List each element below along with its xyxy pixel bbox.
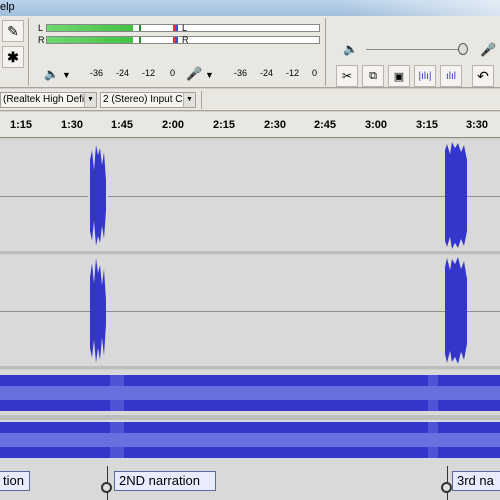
device-toolbar: (Realtek High Defi ▼ 2 (Stereo) Input C … xyxy=(0,89,500,111)
trim-icon[interactable]: ✂ xyxy=(336,65,358,87)
audio-clip[interactable] xyxy=(443,140,469,251)
pencil-icon[interactable]: ✎ xyxy=(2,20,24,42)
music-track[interactable] xyxy=(0,370,500,466)
narration-label-1[interactable]: tion xyxy=(0,471,30,491)
timeline-ruler[interactable]: 1:15 1:30 1:45 2:00 2:15 2:30 2:45 3:00 … xyxy=(0,112,500,138)
toolbar-separator xyxy=(325,18,326,86)
rec-meter-right-label: R xyxy=(182,35,189,45)
output-device-select[interactable]: (Realtek High Defi ▼ xyxy=(0,92,97,108)
ruler-label: 3:30 xyxy=(465,119,489,131)
ruler-label: 1:30 xyxy=(60,119,84,131)
narration-track-left[interactable] xyxy=(0,140,500,254)
multi-tool-icon[interactable]: ✱ xyxy=(2,46,24,68)
menu-help[interactable]: elp xyxy=(0,1,15,13)
copy-icon[interactable]: ⧉ xyxy=(362,65,384,87)
input-channels-select[interactable]: 2 (Stereo) Input C ▼ xyxy=(100,92,196,108)
ruler-label: 2:45 xyxy=(313,119,337,131)
volume-speaker-icon: 🔈 xyxy=(343,42,358,56)
label-handle[interactable] xyxy=(441,482,452,493)
title-bar: elp xyxy=(0,0,500,16)
speaker-icon[interactable]: 🔈 xyxy=(44,67,59,81)
rec-meter-dropdown-icon[interactable]: ▼ xyxy=(205,70,214,80)
meter-left-label: L xyxy=(38,23,44,33)
audio-clip[interactable] xyxy=(88,140,108,251)
ruler-label: 2:30 xyxy=(263,119,287,131)
rec-meter-left-label: L xyxy=(182,23,188,33)
mic-volume-icon: 🎤 xyxy=(480,42,497,57)
chevron-down-icon: ▼ xyxy=(183,93,195,107)
volume-slider-track[interactable] xyxy=(366,49,466,50)
toolbar-separator xyxy=(28,18,29,86)
undo-icon[interactable]: ↶ xyxy=(472,65,494,87)
volume-slider-thumb[interactable] xyxy=(458,43,468,55)
window-glass xyxy=(340,0,500,16)
paste-icon[interactable]: ▣ xyxy=(388,65,410,87)
play-meter-dropdown-icon[interactable]: ▼ xyxy=(62,70,71,80)
meter-right-label: R xyxy=(38,35,45,45)
label-handle[interactable] xyxy=(101,482,112,493)
toolbar-separator xyxy=(201,91,202,109)
narration-label-3[interactable]: 3rd na xyxy=(452,471,500,491)
silence-icon[interactable]: |ılı| xyxy=(414,65,436,87)
narration-label-2[interactable]: 2ND narration xyxy=(114,471,216,491)
ruler-label: 1:45 xyxy=(110,119,134,131)
waveform-icon[interactable]: ılıl xyxy=(440,65,462,87)
ruler-label: 1:15 xyxy=(9,119,33,131)
ruler-label: 2:00 xyxy=(161,119,185,131)
ruler-label: 3:00 xyxy=(364,119,388,131)
audio-clip[interactable] xyxy=(443,255,469,366)
microphone-icon[interactable]: 🎤 xyxy=(186,66,202,82)
toolbars: ✎ ✱ L R L R 🔈 ▼ -36 -24 -12 0 🎤 ▼ -36 -2… xyxy=(0,16,500,88)
music-waveform[interactable] xyxy=(0,370,500,466)
ruler-label: 2:15 xyxy=(212,119,236,131)
ruler-label: 3:15 xyxy=(415,119,439,131)
chevron-down-icon: ▼ xyxy=(84,93,96,107)
narration-track-right[interactable] xyxy=(0,255,500,369)
audio-clip[interactable] xyxy=(88,255,108,366)
label-track[interactable]: tion 2ND narration 3rd na xyxy=(0,466,500,500)
